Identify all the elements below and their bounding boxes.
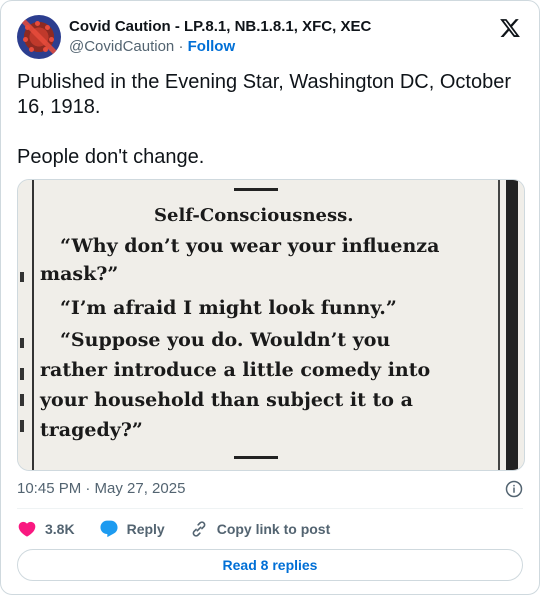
clipping-line: “I’m afraid I might look funny.” [60,297,397,319]
clipping-top-rule [234,188,278,191]
copy-link-label: Copy link to post [216,521,331,537]
divider [17,508,523,509]
clipping-bottom-rule [234,456,278,459]
copy-link-button[interactable]: Copy link to post [189,519,331,539]
clipping-line: “Why don’t you wear your influenza [60,235,440,257]
reply-bubble-icon [100,520,118,538]
tweet-text-paragraph: Published in the Evening Star, Washingto… [17,71,511,118]
link-icon [192,521,206,537]
author-names: Covid Caution - LP.8.1, NB.1.8.1, XFC, X… [69,17,371,57]
info-icon[interactable] [505,480,523,498]
avatar[interactable] [17,15,61,59]
read-replies-button[interactable]: Read 8 replies [17,549,523,581]
clipping-line: your household than subject it to a [40,389,413,411]
tweet-text: Published in the Evening Star, Washingto… [17,70,517,195]
column-rule [498,180,500,470]
avatar-dot [45,25,50,30]
heart-icon [18,521,36,537]
column-rule [32,180,34,470]
author-handle[interactable]: @CovidCaution [69,38,174,55]
clipping-line: tragedy?” [40,419,143,441]
media-image[interactable]: Self-Consciousness. “Why don’t you wear … [17,179,525,471]
action-bar: 3.8K Reply Copy link to post [17,519,354,539]
margin-mark [20,338,24,348]
tweet-timestamp[interactable]: 10:45 PM · May 27, 2025 [17,479,185,499]
margin-mark [20,272,24,282]
like-count: 3.8K [45,521,75,537]
avatar-dot [35,21,40,26]
clipping-line: “Suppose you do. Wouldn’t you [60,329,391,351]
margin-mark [20,420,24,432]
author-display-name[interactable]: Covid Caution - LP.8.1, NB.1.8.1, XFC, X… [69,17,371,37]
reply-label: Reply [126,521,165,537]
author-handle-line: @CovidCaution · Follow [69,37,371,57]
clipping-line: mask?” [40,263,119,285]
reply-button[interactable]: Reply [99,519,165,539]
avatar-dot [49,37,54,42]
margin-mark [20,394,24,406]
tweet-header: Covid Caution - LP.8.1, NB.1.8.1, XFC, X… [17,15,525,59]
avatar-dot [29,47,34,52]
margin-mark [20,368,24,380]
clipping-title: Self-Consciousness. [154,205,354,226]
like-button[interactable]: 3.8K [17,519,75,539]
avatar-dot [23,37,28,42]
follow-link[interactable]: Follow [188,38,236,55]
tweet-card: Covid Caution - LP.8.1, NB.1.8.1, XFC, X… [0,0,540,595]
clipping-line: rather introduce a little comedy into [40,359,431,381]
newspaper-clipping: Self-Consciousness. “Why don’t you wear … [18,180,524,470]
tweet-text-paragraph: People don't change. [17,146,205,168]
separator-dot: · [178,38,184,55]
x-logo-icon[interactable] [499,17,521,39]
column-rule [506,180,518,470]
